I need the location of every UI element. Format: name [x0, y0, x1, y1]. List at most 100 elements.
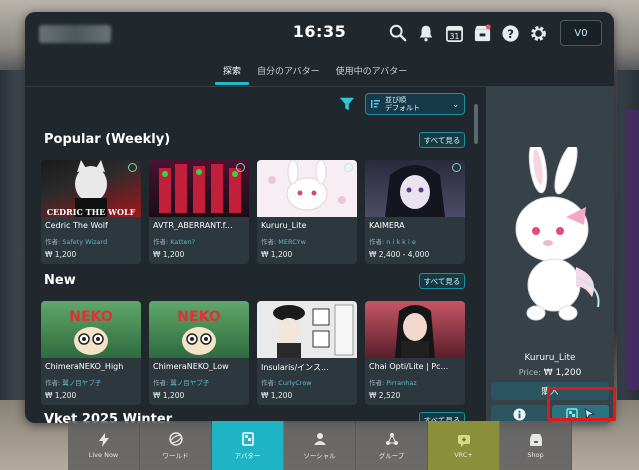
avatar-price: ₩ 1,200: [45, 391, 77, 400]
avatar-card[interactable]: Chai Opti/Lite | Pc... 作者: Pirranhaz ₩ 2…: [365, 301, 465, 405]
avatar-name: ChimeraNEKO_High: [45, 362, 124, 371]
tab-explore[interactable]: 探索: [215, 60, 250, 85]
avatar-price: ₩ 1,200: [153, 250, 185, 259]
avatar-card[interactable]: AVTR_ABERRANT.f... 作者: Katten? ₩ 1,200: [149, 160, 249, 264]
avatar-icon: [241, 431, 254, 446]
tab-my-avatars[interactable]: 自分のアバター: [249, 60, 328, 82]
avatar-name: KAIMERA: [369, 221, 405, 230]
dock-worlds[interactable]: ワールド: [140, 421, 212, 470]
dock-groups[interactable]: グループ: [356, 421, 428, 470]
wallet-balance-button[interactable]: V0: [560, 20, 602, 46]
avatar-price: ₩ 1,200: [261, 250, 293, 259]
svg-text:NEKO: NEKO: [69, 309, 113, 325]
scrollbar[interactable]: [474, 104, 478, 144]
svg-text:31: 31: [449, 32, 459, 41]
avatar-author: 作者: 翼ノ目ヤブ子: [45, 379, 102, 387]
dock-label: Live Now: [88, 450, 119, 459]
preview-avatar-name: Kururu_Lite: [524, 353, 576, 363]
avatar-thumbnail: [365, 301, 465, 358]
avatar-thumbnail: [257, 301, 357, 358]
avatar-tabs: 探索 自分のアバター 使用中のアバター: [215, 60, 416, 85]
shop-icon: [529, 433, 542, 446]
avatar-card[interactable]: CEDRIC THE WOLF Cedric The Wolf 作者: Safe…: [41, 160, 141, 264]
dock-avatars[interactable]: アバター: [212, 421, 284, 470]
vrc-plus-icon: [457, 434, 470, 447]
avatar-name: Insularis/インス...: [261, 363, 329, 372]
avatar-author: 作者: Safety Wizard: [45, 238, 108, 246]
highlight-box: [547, 387, 616, 421]
avatar-card[interactable]: NEKO ChimeraNEKO_High 作者: 翼ノ目ヤブ子 ₩ 1,200: [41, 301, 141, 405]
see-all-new-button[interactable]: すべて見る: [419, 273, 465, 289]
globe-icon: [168, 431, 183, 446]
dock-label: グループ: [378, 451, 405, 460]
avatar-preview-panel: Kururu_Lite Price: ₩ 1,200 購入: [486, 87, 614, 423]
settings-icon[interactable]: [527, 22, 549, 44]
store-icon[interactable]: [471, 22, 493, 44]
avatar-thumbnail: NEKO: [41, 301, 141, 358]
info-icon: [512, 407, 526, 421]
avatar-name: ChimeraNEKO_Low: [153, 362, 229, 371]
avatar-thumbnail: [257, 160, 357, 217]
svg-text:CEDRIC THE WOLF: CEDRIC THE WOLF: [47, 207, 136, 217]
section-title-new: New: [44, 273, 76, 288]
avatar-3d-preview[interactable]: [496, 140, 606, 337]
avatar-name: Kururu_Lite: [261, 221, 307, 230]
search-icon[interactable]: [387, 22, 409, 44]
social-icon: [313, 432, 326, 445]
world-wall-left: [0, 70, 28, 400]
avatar-author: 作者: CurlyCrow: [261, 379, 312, 387]
section-title-popular: Popular (Weekly): [44, 132, 171, 147]
avatar-name: AVTR_ABERRANT.f...: [153, 221, 233, 230]
calendar-icon[interactable]: 31: [443, 22, 465, 44]
avatar-author: 作者: 翼ノ目ヤブ子: [153, 379, 210, 387]
platform-badge-icon: [128, 163, 137, 172]
dock-label: Shop: [527, 450, 544, 459]
platform-badge-icon: [344, 163, 353, 172]
dock-label: VRC+: [454, 450, 473, 459]
notifications-icon[interactable]: [415, 22, 437, 44]
preview-price: Price: ₩ 1,200: [518, 368, 582, 378]
avatar-thumbnail: [149, 160, 249, 217]
filter-icon[interactable]: [338, 95, 356, 113]
clock: 16:35: [292, 22, 347, 41]
avatar-price: ₩ 1,200: [45, 250, 77, 259]
avatar-author: 作者: Katten?: [153, 238, 196, 246]
avatar-browse-area: 並び順 デフォルト ⌄ Popular (Weekly) すべて見る CEDRI…: [25, 87, 485, 423]
help-icon[interactable]: ?: [499, 22, 521, 44]
avatar-price: ₩ 2,520: [369, 391, 401, 400]
svg-text:NEKO: NEKO: [177, 309, 221, 325]
sort-label: 並び順: [385, 96, 406, 104]
avatar-card[interactable]: Kururu_Lite 作者: MERCYw ₩ 1,200: [257, 160, 357, 264]
dock-shop[interactable]: Shop: [500, 421, 572, 470]
avatar-name: Chai Opti/Lite | Pc...: [369, 362, 449, 371]
lightning-icon: [98, 432, 109, 447]
avatar-author: 作者: n i k k i e: [369, 238, 416, 246]
avatar-card[interactable]: NEKO ChimeraNEKO_Low 作者: 翼ノ目ヤブ子 ₩ 1,200: [149, 301, 249, 405]
dock-vrc-plus[interactable]: VRC+: [428, 421, 500, 470]
dock-label: ソーシャル: [303, 451, 336, 460]
top-bar: 16:35 31 ? V0: [25, 12, 614, 56]
sort-icon: [371, 100, 380, 108]
avatar-card[interactable]: Insularis/インス... 作者: CurlyCrow ₩ 1,200: [257, 301, 357, 405]
avatar-author: 作者: MERCYw: [261, 238, 306, 246]
avatar-author: 作者: Pirranhaz: [369, 379, 417, 387]
avatar-price: ₩ 1,200: [261, 391, 293, 400]
sort-value: デフォルト: [385, 104, 420, 112]
svg-text:?: ?: [507, 26, 514, 40]
sort-dropdown[interactable]: 並び順 デフォルト ⌄: [365, 93, 465, 115]
tab-current-avatar[interactable]: 使用中のアバター: [328, 60, 416, 82]
group-icon: [385, 432, 398, 445]
platform-badge-icon: [236, 163, 245, 172]
avatar-name: Cedric The Wolf: [45, 221, 108, 230]
world-panel-right: [625, 110, 639, 390]
avatar-price: ₩ 2,400 - 4,000: [369, 250, 430, 259]
dock-live-now[interactable]: Live Now: [68, 421, 140, 470]
platform-badge-icon: [452, 163, 461, 172]
avatar-card[interactable]: KAIMERA 作者: n i k k i e ₩ 2,400 - 4,000: [365, 160, 465, 264]
avatar-thumbnail: CEDRIC THE WOLF: [41, 160, 141, 217]
quick-menu-window: 16:35 31 ? V0 探索 自分のアバター 使用中のアバター 並び順 デフ…: [25, 12, 614, 423]
dock-social[interactable]: ソーシャル: [284, 421, 356, 470]
dock-label: ワールド: [162, 451, 189, 460]
see-all-popular-button[interactable]: すべて見る: [419, 132, 465, 148]
avatar-thumbnail: NEKO: [149, 301, 249, 358]
